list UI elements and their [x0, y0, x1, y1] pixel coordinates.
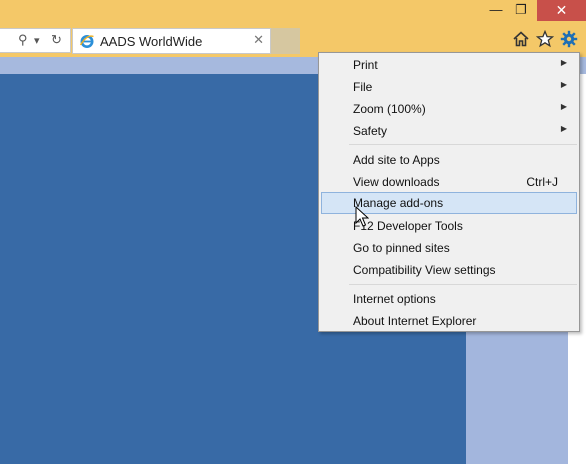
- menu-item-label: View downloads: [353, 175, 440, 189]
- menu-item-compatibility-view-settings[interactable]: Compatibility View settings: [321, 259, 577, 281]
- menu-item-label: Zoom (100%): [353, 102, 426, 116]
- menu-item-view-downloads[interactable]: View downloads Ctrl+J: [321, 171, 577, 193]
- menu-separator: [349, 144, 577, 145]
- menu-item-internet-options[interactable]: Internet options: [321, 288, 577, 310]
- menu-item-shortcut: Ctrl+J: [526, 175, 558, 189]
- dropdown-arrow-icon[interactable]: ▾: [34, 34, 40, 47]
- search-icon[interactable]: ⚲: [18, 32, 28, 48]
- menu-item-zoom[interactable]: Zoom (100%) ▶: [321, 98, 577, 120]
- menu-item-about-internet-explorer[interactable]: About Internet Explorer: [321, 310, 577, 332]
- menu-item-go-to-pinned-sites[interactable]: Go to pinned sites: [321, 237, 577, 259]
- tab-title: AADS WorldWide: [100, 34, 203, 49]
- submenu-arrow-icon: ▶: [560, 80, 567, 89]
- menu-item-label: Compatibility View settings: [353, 263, 496, 277]
- address-bar[interactable]: ⚲ ▾ ↻: [0, 28, 71, 53]
- menu-item-print[interactable]: Print ▶: [321, 54, 577, 76]
- favorites-star-icon[interactable]: [536, 30, 554, 48]
- submenu-arrow-icon: ▶: [560, 102, 567, 111]
- restore-button[interactable]: ❐: [513, 0, 529, 22]
- submenu-arrow-icon: ▶: [560, 124, 567, 133]
- menu-item-label: Internet options: [353, 292, 436, 306]
- minimize-button[interactable]: —: [489, 0, 503, 22]
- mouse-cursor-icon: [355, 206, 369, 227]
- menu-item-label: Print: [353, 58, 378, 72]
- submenu-arrow-icon: ▶: [560, 58, 567, 67]
- menu-item-label: About Internet Explorer: [353, 314, 477, 328]
- ie-logo-icon: [79, 35, 94, 48]
- menu-item-label: Add site to Apps: [353, 153, 440, 167]
- menu-item-label: Go to pinned sites: [353, 241, 450, 255]
- menu-item-label: File: [353, 80, 373, 94]
- tools-gear-icon[interactable]: [560, 30, 578, 48]
- menu-item-label: Safety: [353, 124, 388, 138]
- menu-item-add-site-to-apps[interactable]: Add site to Apps: [321, 149, 577, 171]
- refresh-icon[interactable]: ↻: [51, 32, 62, 48]
- menu-separator: [349, 284, 577, 285]
- new-tab-button[interactable]: [271, 28, 300, 54]
- menu-item-safety[interactable]: Safety ▶: [321, 120, 577, 142]
- tab-close-icon[interactable]: ✕: [253, 32, 264, 48]
- browser-tab[interactable]: AADS WorldWide ✕: [72, 28, 271, 54]
- home-icon[interactable]: [512, 30, 530, 48]
- tools-menu: Print ▶ File ▶ Zoom (100%) ▶ Safety ▶ Ad…: [318, 52, 580, 332]
- menu-item-file[interactable]: File ▶: [321, 76, 577, 98]
- close-window-button[interactable]: ✕: [537, 0, 586, 21]
- menu-item-label: F12 Developer Tools: [353, 219, 463, 233]
